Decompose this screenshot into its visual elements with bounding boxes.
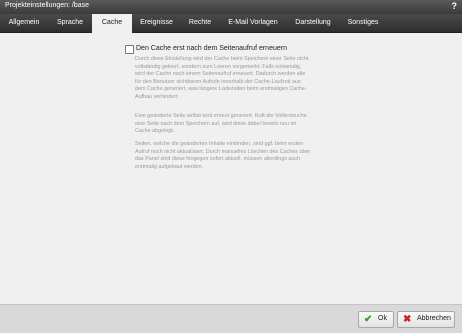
cache-description-1: Durch diese Einstellung wird der Cache b… — [135, 56, 309, 100]
tab-bar: Allgemein Sprache Cache Ereignisse Recht… — [0, 14, 462, 33]
cache-refresh-checkbox[interactable] — [125, 45, 134, 54]
tab-cache[interactable]: Cache — [92, 14, 132, 33]
window-titlebar: Projekteinstellungen: /base ? — [0, 0, 462, 14]
cache-description-3: Seiten, welche die geänderten Inhalte ei… — [135, 141, 311, 170]
tab-email-vorlagen[interactable]: E-Mail Vorlagen — [219, 14, 287, 32]
cancel-label: Abbrechen — [417, 315, 451, 322]
tab-allgemein[interactable]: Allgemein — [0, 14, 48, 32]
cache-refresh-label[interactable]: Den Cache erst nach dem Seitenaufruf ern… — [136, 45, 287, 52]
dialog-footer: ✔ Ok ✖ Abbrechen — [0, 304, 462, 333]
cache-description-2: Eine geänderte Seite selbst wird erneut … — [135, 113, 307, 135]
tab-ereignisse[interactable]: Ereignisse — [132, 14, 181, 32]
checkmark-icon: ✔ — [364, 314, 373, 325]
help-icon[interactable]: ? — [452, 1, 458, 11]
close-icon: ✖ — [403, 314, 412, 325]
ok-button[interactable]: ✔ Ok — [358, 311, 394, 328]
tab-sonstiges[interactable]: Sonstiges — [339, 14, 387, 32]
window-title: Projekteinstellungen: /base — [5, 2, 90, 9]
cancel-button[interactable]: ✖ Abbrechen — [397, 311, 455, 328]
tab-sprache[interactable]: Sprache — [48, 14, 92, 32]
tab-darstellung[interactable]: Darstellung — [287, 14, 339, 32]
tab-rechte[interactable]: Rechte — [181, 14, 219, 32]
ok-label: Ok — [378, 315, 387, 322]
